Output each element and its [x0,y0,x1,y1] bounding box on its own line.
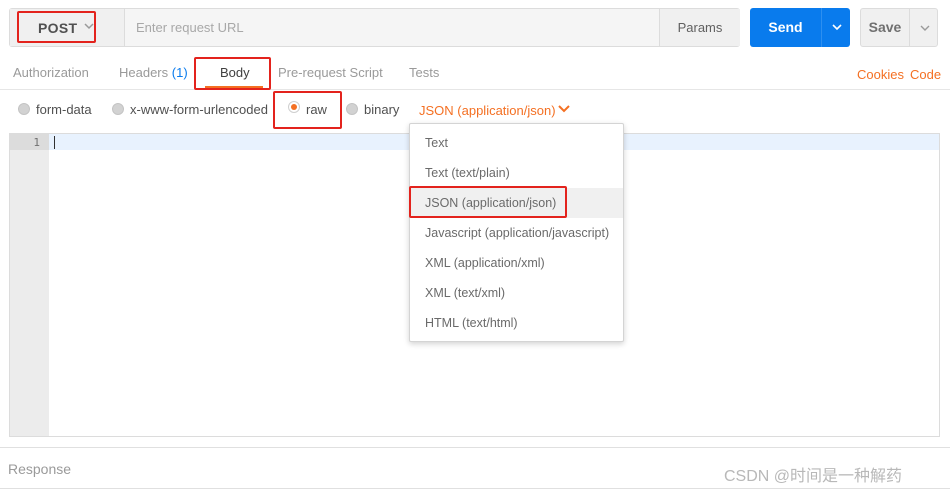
line-number: 1 [33,136,40,149]
text-cursor [54,136,55,149]
url-input[interactable] [126,9,660,46]
tab-headers[interactable]: Headers (1) [119,65,188,80]
tab-tests[interactable]: Tests [409,65,439,80]
chevron-down-icon[interactable] [557,104,571,114]
dropdown-item-javascript[interactable]: Javascript (application/javascript) [410,218,623,248]
tab-pre-request-script[interactable]: Pre-request Script [278,65,383,80]
line-gutter [10,134,49,436]
params-button[interactable]: Params [659,9,740,46]
dropdown-item-xml-application[interactable]: XML (application/xml) [410,248,623,278]
chevron-down-icon [832,24,842,31]
dropdown-item-text-plain[interactable]: Text (text/plain) [410,158,623,188]
radio-dot [112,103,124,115]
body-type-options: form-data x-www-form-urlencoded raw bina… [0,96,950,124]
tab-headers-label: Headers [119,65,169,80]
send-button[interactable]: Send [750,8,821,47]
request-tabs: Authorization Headers (1) Body Pre-reque… [0,52,950,90]
highlight-body-tab [194,57,271,90]
dropdown-item-text[interactable]: Text [410,128,623,158]
dropdown-item-html[interactable]: HTML (text/html) [410,308,623,338]
headers-count-badge: (1) [171,65,188,80]
radio-dot [346,103,358,115]
send-options-button[interactable] [821,8,850,47]
radio-urlencoded-label: x-www-form-urlencoded [130,102,268,117]
highlight-method [17,11,96,43]
content-type-selector[interactable]: JSON (application/json) [419,103,556,118]
radio-binary-label: binary [364,102,400,117]
cookies-link[interactable]: Cookies [857,67,904,82]
request-bar: POST Params [9,8,740,47]
save-options-button[interactable] [909,8,938,47]
radio-form-data-label: form-data [36,102,92,117]
dropdown-item-xml-text[interactable]: XML (text/xml) [410,278,623,308]
radio-dot [18,103,30,115]
content-type-dropdown: Text Text (text/plain) JSON (application… [409,123,624,342]
chevron-down-icon [920,25,930,31]
tab-authorization[interactable]: Authorization [13,65,89,80]
highlight-json-option [409,186,567,218]
response-label: Response [8,461,72,477]
save-button[interactable]: Save [860,8,910,47]
watermark: CSDN @时间是一种解药 [724,468,903,485]
highlight-raw-option [273,91,342,129]
code-link[interactable]: Code [910,67,941,82]
